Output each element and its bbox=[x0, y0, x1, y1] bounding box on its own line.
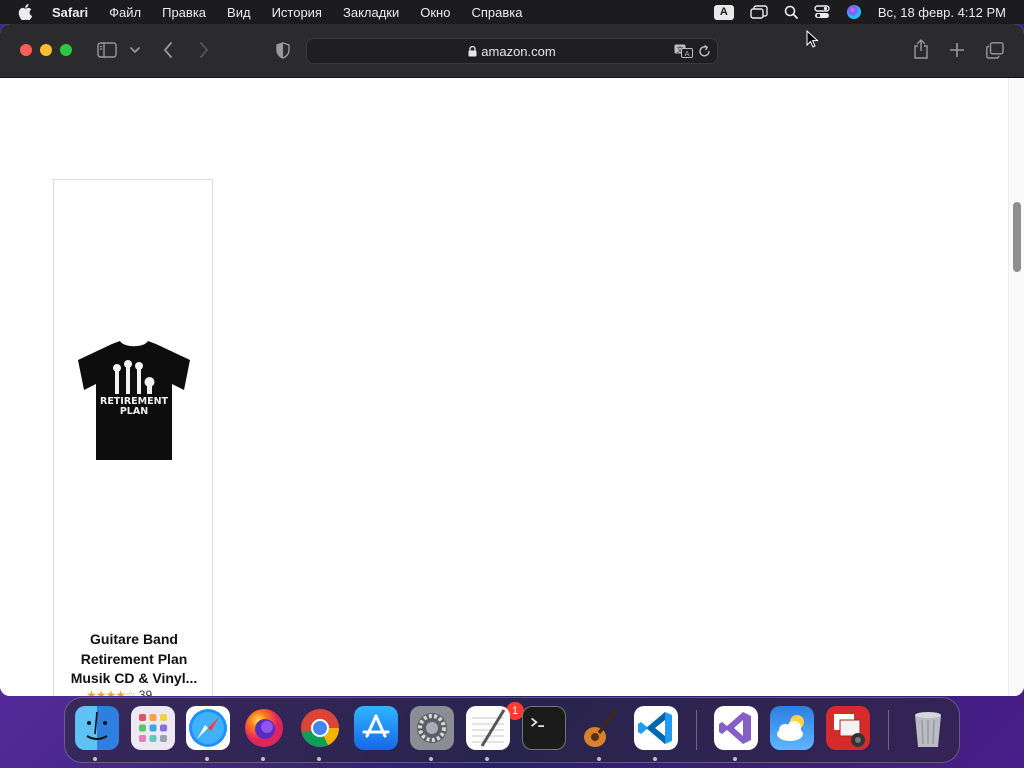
menu-file[interactable]: Файл bbox=[109, 5, 141, 20]
lock-icon bbox=[468, 45, 477, 60]
menu-bar-clock[interactable]: Вс, 18 февр. 4:12 PM bbox=[878, 5, 1006, 20]
share-icon[interactable] bbox=[912, 39, 930, 59]
rating-count: 39 bbox=[138, 688, 153, 696]
dock-garageband-icon[interactable] bbox=[578, 706, 622, 750]
product-rating[interactable]: ★★★★☆ 39 bbox=[86, 688, 152, 696]
mouse-cursor-icon bbox=[806, 29, 819, 53]
dock-finder-icon[interactable] bbox=[75, 706, 119, 750]
svg-text:A: A bbox=[684, 50, 689, 58]
tshirt-print-line2: PLAN bbox=[120, 406, 148, 417]
sidebar-toggle-icon[interactable] bbox=[96, 41, 118, 59]
web-page-content: RETIREMENT PLAN Guitare Band Retirement … bbox=[0, 78, 1024, 696]
dock-system-settings-running-dot bbox=[429, 757, 433, 761]
input-source-icon[interactable]: A bbox=[713, 4, 734, 20]
dock-app-store-icon[interactable] bbox=[354, 706, 398, 750]
reload-icon[interactable] bbox=[697, 44, 711, 58]
dock-weather-icon[interactable] bbox=[770, 706, 814, 750]
menu-app-safari[interactable]: Safari bbox=[52, 5, 88, 20]
window-minimize-button[interactable] bbox=[40, 44, 52, 56]
dock-launchpad-icon[interactable] bbox=[131, 706, 175, 750]
page-scrollbar-thumb[interactable] bbox=[1013, 202, 1021, 272]
dock-textedit-icon[interactable] bbox=[466, 706, 510, 750]
menu-edit[interactable]: Правка bbox=[162, 5, 206, 20]
dock-finder-running-dot bbox=[93, 757, 97, 761]
dock-separator bbox=[696, 710, 697, 750]
dock-safari-icon[interactable] bbox=[186, 706, 230, 750]
dock-trash-icon[interactable] bbox=[906, 706, 950, 750]
menu-history[interactable]: История bbox=[272, 5, 322, 20]
new-tab-plus-icon[interactable] bbox=[949, 42, 965, 58]
back-arrow-icon[interactable] bbox=[161, 42, 175, 58]
url-text: amazon.com bbox=[481, 44, 556, 59]
translate-icon[interactable]: 文A bbox=[673, 43, 693, 59]
dock-textedit-running-dot bbox=[485, 757, 489, 761]
tab-group-chevron-down-icon[interactable] bbox=[129, 44, 141, 56]
dock-garageband-running-dot bbox=[597, 757, 601, 761]
safari-window: amazon.com 文A RETIREMENT PLAN Guitare Ba… bbox=[0, 24, 1024, 696]
window-close-button[interactable] bbox=[20, 44, 32, 56]
dock-safari-running-dot bbox=[205, 757, 209, 761]
menu-bookmarks[interactable]: Закладки bbox=[343, 5, 399, 20]
product-card[interactable]: RETIREMENT PLAN Guitare Band Retirement … bbox=[53, 179, 213, 696]
dock-chrome-icon[interactable] bbox=[298, 706, 342, 750]
rating-stars-icon: ★★★★☆ bbox=[86, 688, 136, 696]
dock: 1 bbox=[64, 697, 960, 763]
dock-vscode-icon[interactable] bbox=[634, 706, 678, 750]
product-title-link[interactable]: Guitare Band Retirement Plan Musik CD & … bbox=[68, 630, 200, 689]
menu-window[interactable]: Окно bbox=[420, 5, 450, 20]
product-image-tshirt[interactable]: RETIREMENT PLAN bbox=[74, 338, 194, 463]
dock-system-settings-icon[interactable] bbox=[410, 706, 454, 750]
dock-visual-studio-icon[interactable] bbox=[714, 706, 758, 750]
stage-manager-icon[interactable] bbox=[750, 5, 768, 19]
dock-separator-trash bbox=[888, 710, 889, 750]
dock-chrome-running-dot bbox=[317, 757, 321, 761]
apple-menu-icon[interactable] bbox=[18, 4, 36, 20]
dock-vscode-running-dot bbox=[653, 757, 657, 761]
page-scrollbar-track[interactable] bbox=[1008, 78, 1024, 696]
control-center-icon[interactable] bbox=[814, 5, 830, 19]
keyboard-layout-badge: A bbox=[713, 4, 734, 20]
dock-photo-booth-icon[interactable] bbox=[826, 706, 870, 750]
address-bar[interactable]: amazon.com 文A bbox=[306, 38, 718, 64]
menu-bar: Safari Файл Правка Вид История Закладки … bbox=[0, 0, 1024, 24]
menu-view[interactable]: Вид bbox=[227, 5, 251, 20]
tab-overview-icon[interactable] bbox=[985, 41, 1005, 59]
dock-firefox-running-dot bbox=[261, 757, 265, 761]
dock-visual-studio-running-dot bbox=[733, 757, 737, 761]
spotlight-search-icon[interactable] bbox=[784, 5, 798, 19]
siri-icon[interactable] bbox=[846, 4, 862, 20]
menu-help[interactable]: Справка bbox=[471, 5, 522, 20]
forward-arrow-icon[interactable] bbox=[197, 42, 211, 58]
dock-terminal-icon[interactable] bbox=[522, 706, 566, 750]
browser-toolbar: amazon.com 文A bbox=[0, 24, 1024, 78]
dock-firefox-icon[interactable] bbox=[242, 706, 286, 750]
privacy-shield-icon[interactable] bbox=[274, 41, 292, 59]
window-zoom-button[interactable] bbox=[60, 44, 72, 56]
